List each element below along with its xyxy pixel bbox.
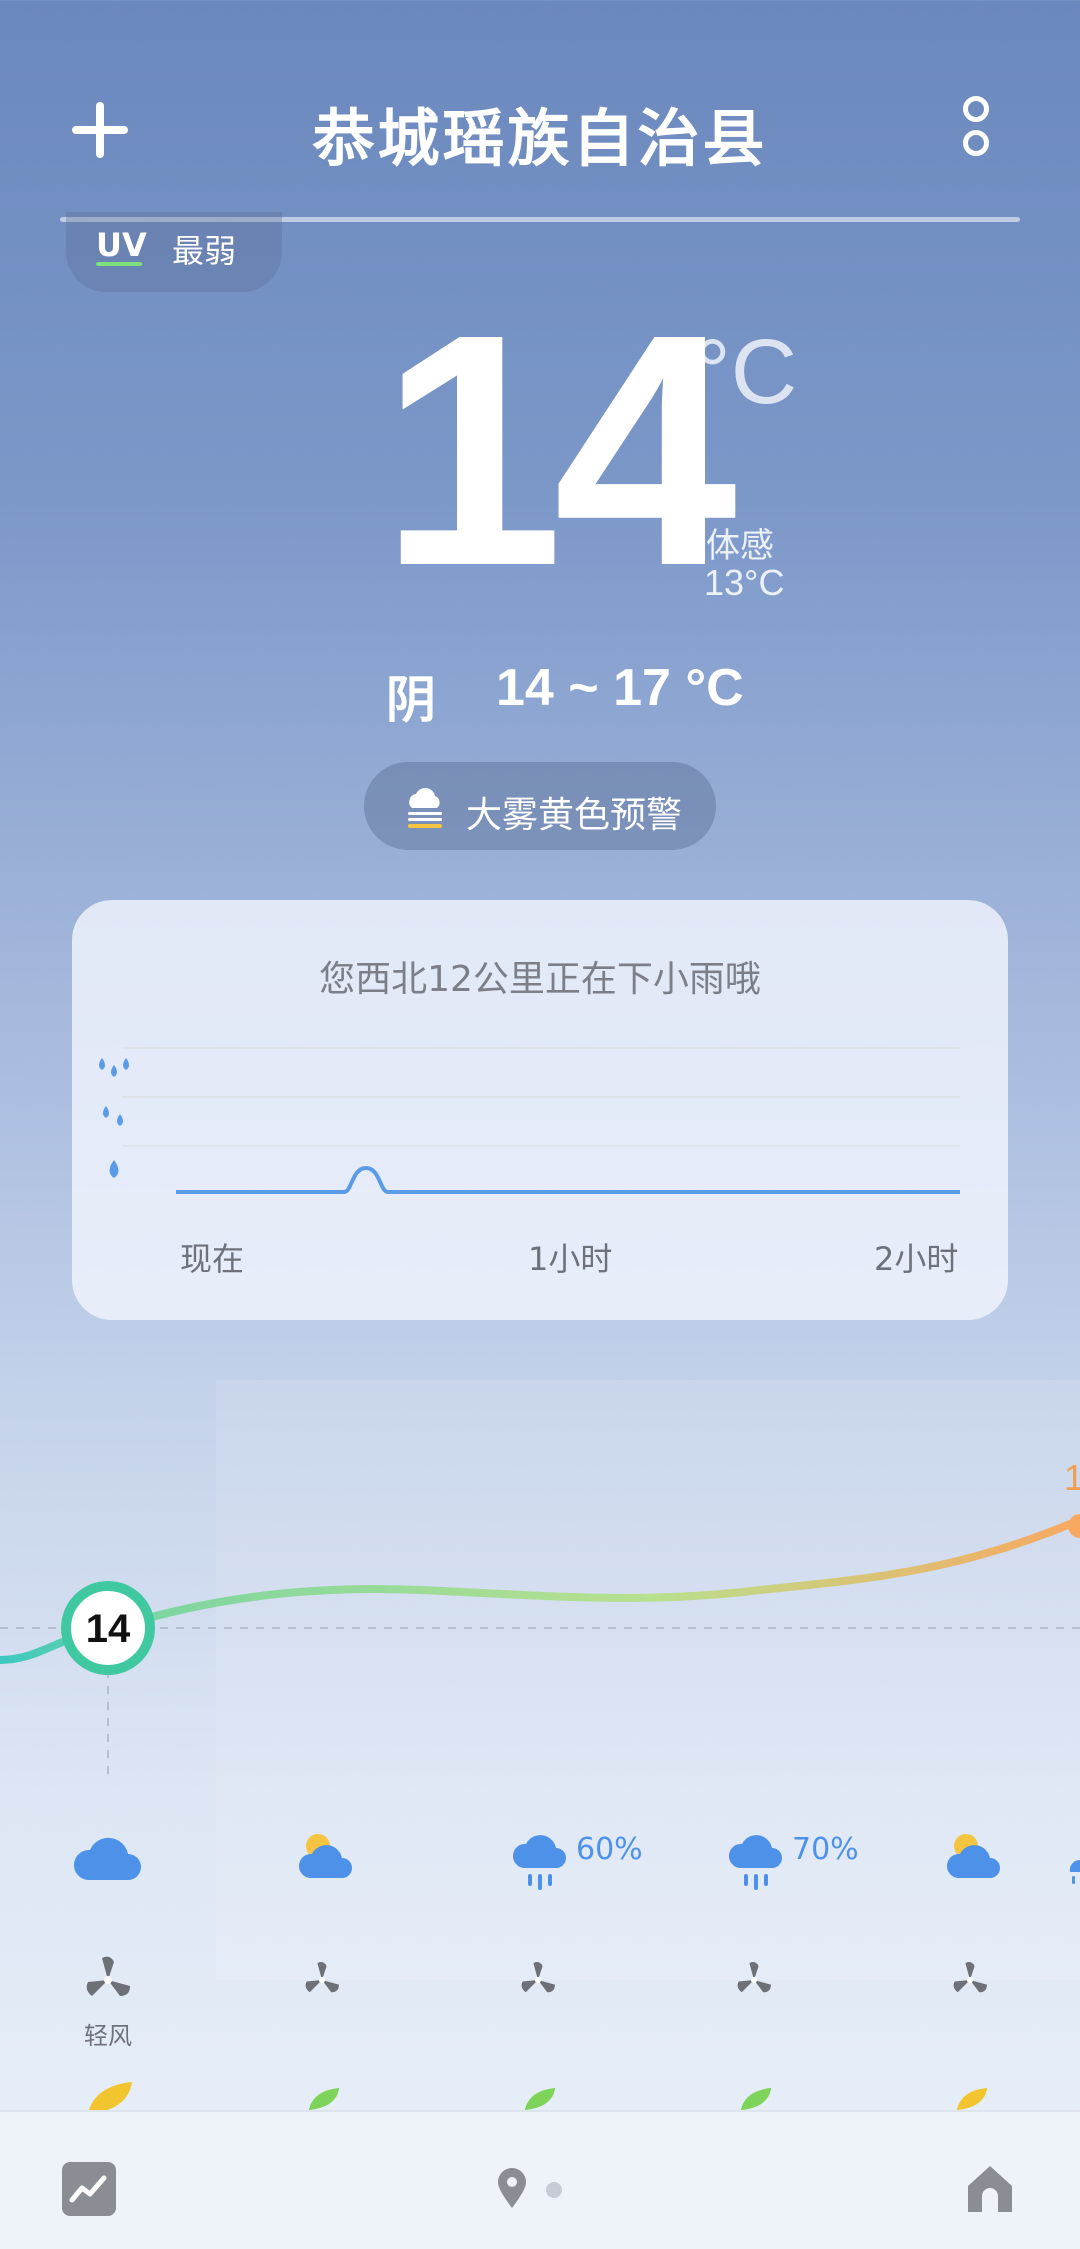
rain-cloud-icon bbox=[512, 1835, 566, 1890]
feels-like-value: 13°C bbox=[704, 562, 785, 603]
rain-cloud-icon bbox=[728, 1835, 782, 1890]
city-title: 恭城瑶族自治县 bbox=[312, 102, 768, 175]
partly-cloudy-icon bbox=[946, 1834, 1000, 1878]
add-city-button[interactable] bbox=[60, 90, 140, 170]
wind-level-label: 轻风 bbox=[84, 2022, 132, 2050]
uv-indicator bbox=[96, 262, 142, 266]
light-rain-icon bbox=[109, 1160, 119, 1178]
tick-1h: 1小时 bbox=[528, 1240, 613, 1278]
temperature-curve: 14 1 bbox=[0, 1457, 1080, 1780]
leaf-green-icon bbox=[308, 2087, 340, 2111]
wind-fan-icon bbox=[305, 1962, 339, 1993]
temperature-line bbox=[0, 1516, 1080, 1664]
moderate-rain-icon bbox=[103, 1106, 123, 1126]
page-indicator-dot bbox=[546, 2182, 562, 2198]
precipitation-line bbox=[176, 1165, 960, 1194]
feels-like-label: 体感 bbox=[706, 526, 774, 566]
more-options-button[interactable] bbox=[955, 96, 995, 168]
precipitation-card[interactable]: 您西北12公里正在下小雨哦 现在 1小时 2小时 bbox=[72, 900, 1008, 1320]
rain-cloud-icon bbox=[1069, 1859, 1080, 1884]
more-dot-icon bbox=[963, 130, 989, 156]
partly-cloudy-icon bbox=[298, 1834, 352, 1878]
uv-value: 最弱 bbox=[172, 232, 237, 270]
wind-fan-icon bbox=[86, 1956, 130, 1996]
wind-fan-icon bbox=[953, 1962, 987, 1993]
top-bar: 恭城瑶族自治县 bbox=[0, 0, 1080, 230]
cloud-icon bbox=[73, 1837, 141, 1880]
bottom-navigation bbox=[0, 2110, 1080, 2249]
alert-text: 大雾黄色预警 bbox=[466, 795, 683, 836]
edge-temp-dot bbox=[1068, 1514, 1080, 1538]
more-dot-icon bbox=[963, 96, 989, 122]
leaf-green-icon bbox=[740, 2087, 772, 2111]
weather-alert-button[interactable]: 大雾黄色预警 bbox=[364, 762, 716, 850]
current-temperature: 14 bbox=[380, 265, 737, 634]
uv-index-chip[interactable]: UV 最弱 bbox=[66, 212, 282, 292]
uv-label: UV bbox=[96, 226, 147, 264]
trend-icon[interactable] bbox=[62, 2162, 116, 2216]
weather-condition: 阴 bbox=[386, 671, 436, 729]
heavy-rain-icon bbox=[99, 1058, 129, 1077]
temperature-unit: °C bbox=[694, 321, 798, 423]
leaf-green-icon bbox=[524, 2087, 556, 2111]
precip-probability: 60% bbox=[576, 1832, 643, 1867]
leaf-yellow-icon bbox=[956, 2087, 988, 2111]
wind-fan-icon bbox=[521, 1962, 555, 1993]
tick-now: 现在 bbox=[180, 1240, 245, 1278]
location-icon[interactable] bbox=[494, 2166, 530, 2210]
precip-probability: 70% bbox=[792, 1832, 859, 1867]
home-icon[interactable] bbox=[962, 2160, 1018, 2216]
tick-2h: 2小时 bbox=[874, 1240, 959, 1278]
fog-warning-icon bbox=[408, 787, 442, 828]
temperature-range: 14 ~ 17 °C bbox=[496, 659, 744, 717]
current-temp-label: 14 bbox=[86, 1607, 131, 1651]
wind-fan-icon bbox=[737, 1962, 771, 1993]
hourly-forecast[interactable]: 14 1 60% 70% 轻风 bbox=[0, 1380, 1080, 2114]
edge-temp-label: 1 bbox=[1064, 1457, 1080, 1498]
